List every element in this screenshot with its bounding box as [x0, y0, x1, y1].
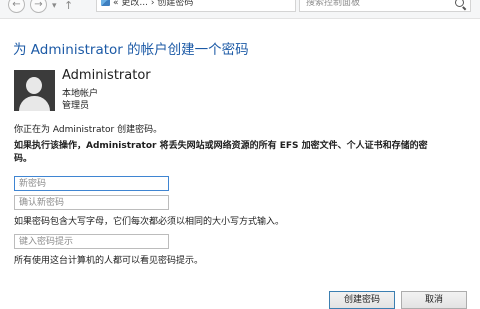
create-password-button[interactable]: 创建密码	[329, 291, 395, 309]
control-panel-icon	[101, 0, 110, 6]
page-title: 为 Administrator 的帐户创建一个密码	[13, 42, 249, 58]
password-hint-input[interactable]	[14, 234, 169, 249]
up-arrow-icon[interactable]: ↑	[64, 0, 73, 12]
search-icon[interactable]	[455, 0, 464, 7]
forward-arrow-icon[interactable]: →	[30, 0, 47, 13]
avatar	[14, 70, 55, 111]
breadcrumb-current[interactable]: 创建密码	[157, 0, 193, 8]
cancel-button[interactable]: 取消	[401, 291, 467, 309]
new-password-input[interactable]	[14, 176, 169, 191]
address-prefix[interactable]: «	[113, 0, 119, 8]
address-bar[interactable]: « 更改... › 创建密码	[96, 0, 296, 12]
search-box[interactable]: 搜索控制面板	[299, 0, 471, 12]
breadcrumb-separator[interactable]: ›	[151, 0, 155, 8]
efs-warning-line2: 码。	[14, 154, 33, 164]
hint-visibility-note: 所有使用这台计算机的人都可以看见密码提示。	[14, 256, 204, 266]
efs-warning-line1: 如果执行该操作，Administrator 将丢失网站或网络资源的所有 EFS …	[14, 141, 428, 151]
case-sensitivity-hint: 如果密码包含大写字母，它们每次都必须以相同的大小写方式输入。	[14, 217, 285, 227]
avatar-head	[26, 77, 42, 94]
avatar-body	[19, 96, 50, 111]
intro-text: 你正在为 Administrator 创建密码。	[14, 125, 163, 135]
back-arrow-icon[interactable]: ←	[8, 0, 25, 13]
account-name: Administrator	[62, 68, 151, 83]
breadcrumb-parent[interactable]: 更改...	[121, 0, 148, 8]
account-role: 管理员	[62, 101, 90, 111]
confirm-password-input[interactable]	[14, 195, 169, 210]
navigation-bar: ← → ▾ ↑ « 更改... › 创建密码 搜索控制面板	[0, 0, 480, 19]
search-placeholder: 搜索控制面板	[306, 0, 361, 8]
chevron-down-icon[interactable]: ▾	[52, 1, 57, 11]
